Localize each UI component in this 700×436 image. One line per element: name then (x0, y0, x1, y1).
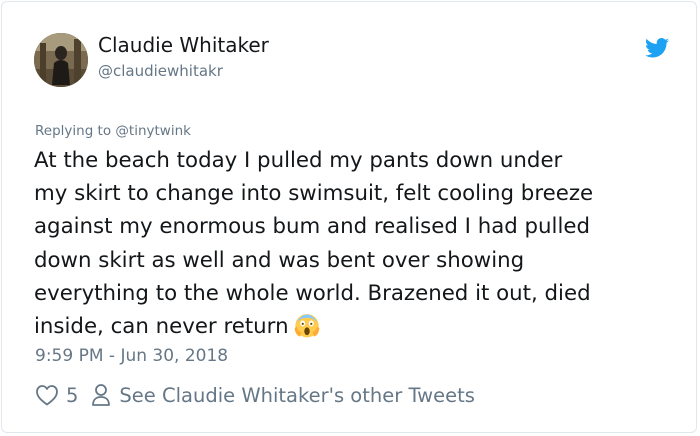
heart-outline-icon[interactable] (35, 384, 59, 406)
see-other-tweets-link[interactable]: See Claudie Whitaker's other Tweets (119, 384, 474, 407)
tweet-text-line: against my enormous bum and realised I h… (34, 214, 591, 240)
avatar-photo (34, 33, 88, 87)
tweet-text: At the beach today I pulled my pants dow… (34, 144, 684, 343)
like-count[interactable]: 5 (66, 384, 78, 407)
person-outline-icon (92, 384, 111, 406)
replying-to-label[interactable]: Replying to @tinytwink (35, 123, 191, 139)
tweet-text-line: At the beach today I pulled my pants dow… (34, 148, 563, 173)
tweet-text-line: everything to the whole world. Brazened … (34, 280, 591, 306)
tweet-text-line: inside, can never return (34, 314, 289, 340)
tweet-actions: 5 See Claudie Whitaker's other Tweets (35, 382, 475, 408)
twitter-bird-icon[interactable] (645, 38, 669, 58)
tweet-timestamp[interactable]: 9:59 PM - Jun 30, 2018 (35, 346, 228, 366)
face-screaming-in-fear-emoji (294, 314, 320, 338)
author-handle[interactable]: @claudiewhitakr (98, 62, 223, 80)
tweet-text-line: my skirt to change into swimsuit, felt c… (34, 181, 594, 207)
author-display-name[interactable]: Claudie Whitaker (98, 33, 269, 57)
tweet-text-last-line: inside, can never return (34, 310, 684, 343)
avatar[interactable] (34, 33, 88, 87)
tweet-card: Claudie Whitaker @claudiewhitakr Replyin… (1, 1, 697, 433)
tweet-text-line: down skirt as well and was bent over sho… (34, 247, 525, 273)
